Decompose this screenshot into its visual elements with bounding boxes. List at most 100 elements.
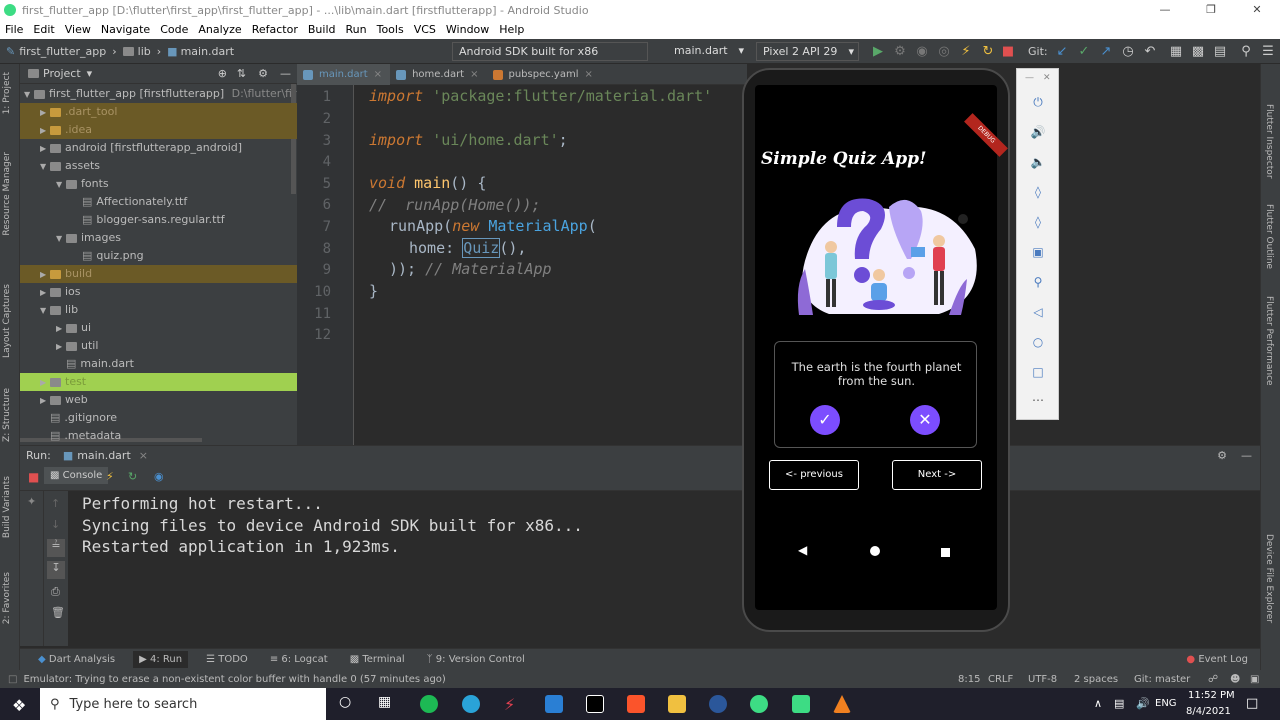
cursor-position[interactable]: 8:15 xyxy=(958,674,980,685)
spotify-icon[interactable] xyxy=(420,695,438,713)
tool-tab-flutter-inspector[interactable]: Flutter Inspector xyxy=(1264,104,1274,179)
true-button[interactable]: ✓ xyxy=(810,405,840,435)
minimize-icon[interactable]: — xyxy=(1142,0,1188,20)
zoom-icon[interactable]: ⚲ xyxy=(1029,275,1047,289)
sdk-manager-icon[interactable]: ▩ xyxy=(1190,44,1206,59)
intellij-icon[interactable] xyxy=(586,695,604,713)
settings-icon[interactable]: ☰ xyxy=(1260,44,1276,59)
taskbar-search[interactable]: ⚲ Type here to search xyxy=(40,688,326,720)
locate-icon[interactable]: ⊕ xyxy=(218,67,227,80)
project-structure-icon[interactable]: ▦ xyxy=(1168,44,1184,59)
run-icon[interactable]: ▶ xyxy=(870,44,886,59)
device-select[interactable]: Android SDK built for x86 (mobile)▾ xyxy=(452,42,648,75)
tool-tab-device-file-explorer[interactable]: Device File Explorer xyxy=(1264,534,1274,623)
chevron-up-icon[interactable]: ∧ xyxy=(1094,697,1102,710)
home-icon[interactable]: ○ xyxy=(1029,335,1047,349)
close-icon[interactable]: × xyxy=(470,69,478,80)
tab-pubspec[interactable]: pubspec.yaml × xyxy=(487,64,601,85)
menu-view[interactable]: View xyxy=(65,23,91,36)
volume-down-icon[interactable]: 🔈 xyxy=(1029,155,1047,169)
git-commit-icon[interactable]: ✓ xyxy=(1076,44,1092,59)
menu-code[interactable]: Code xyxy=(160,23,188,36)
hot-restart-icon[interactable]: ↻ xyxy=(980,44,996,59)
tree-item[interactable]: ▼ lib xyxy=(20,301,297,319)
collapse-icon[interactable]: ⇅ xyxy=(237,67,246,80)
more-icon[interactable]: ⋯ xyxy=(1029,393,1047,407)
emulator-screen[interactable]: DEBUG Simple Quiz App! The earth is the … xyxy=(755,85,1008,610)
recents-nav-icon[interactable] xyxy=(941,548,950,557)
run-config-tab[interactable]: main.dart xyxy=(77,449,131,462)
git-push-icon[interactable]: ↗ xyxy=(1098,44,1114,59)
tree-item[interactable]: ▤ .metadata xyxy=(20,427,297,445)
chevron-icon[interactable]: ▶ xyxy=(56,338,66,356)
profile-icon[interactable]: ◎ xyxy=(936,44,952,59)
chevron-icon[interactable]: ▶ xyxy=(40,374,50,392)
close-icon[interactable]: ✕ xyxy=(1043,73,1051,83)
tool-tab-flutter-outline[interactable]: Flutter Outline xyxy=(1264,204,1274,269)
indent-setting[interactable]: 2 spaces xyxy=(1074,674,1118,685)
git-branch[interactable]: Git: master xyxy=(1134,674,1190,685)
hide-icon[interactable]: — xyxy=(1241,449,1252,462)
gear-icon[interactable]: ⚙ xyxy=(1217,449,1227,462)
tree-item[interactable]: ▶ .dart_tool xyxy=(20,103,297,121)
file-encoding[interactable]: UTF-8 xyxy=(1028,674,1057,685)
brave-icon[interactable] xyxy=(627,695,645,713)
tool-tab-flutter-performance[interactable]: Flutter Performance xyxy=(1264,296,1274,386)
menu-run[interactable]: Run xyxy=(346,23,367,36)
tab-dart-analysis[interactable]: ◆ Dart Analysis xyxy=(34,654,119,665)
file-explorer-icon[interactable] xyxy=(668,695,686,713)
devtools-icon[interactable]: ◉ xyxy=(154,470,164,483)
emulator-taskbar-icon[interactable] xyxy=(792,695,810,713)
status-message[interactable]: Emulator: Trying to erase a non-existent… xyxy=(23,674,445,685)
hot-reload-icon[interactable]: ⚡ xyxy=(106,470,114,483)
search-icon[interactable]: ⚲ xyxy=(1238,44,1254,59)
close-icon[interactable]: × xyxy=(585,69,593,80)
volume-up-icon[interactable]: 🔊 xyxy=(1029,125,1047,139)
avd-select[interactable]: Pixel 2 API 29 ▾ xyxy=(756,42,859,61)
stop-icon[interactable]: ■ xyxy=(1000,44,1016,59)
input-language[interactable]: ENG xyxy=(1155,698,1177,709)
chevron-icon[interactable]: ▶ xyxy=(40,122,50,140)
tree-item[interactable]: ▶ ui xyxy=(20,319,297,337)
tool-tab-layout-captures[interactable]: Layout Captures xyxy=(2,284,12,358)
tree-item[interactable]: ▤ blogger-sans.regular.ttf xyxy=(20,211,297,229)
menu-tools[interactable]: Tools xyxy=(377,23,404,36)
menu-vcs[interactable]: VCS xyxy=(414,23,436,36)
trash-icon[interactable]: 🗑 xyxy=(51,606,65,619)
home-nav-icon[interactable] xyxy=(870,546,880,556)
previous-button[interactable]: <- previous xyxy=(769,460,859,490)
hector-icon[interactable]: ☻ xyxy=(1230,674,1240,685)
tree-item[interactable]: ▤ Affectionately.ttf xyxy=(20,193,297,211)
back-icon[interactable]: ◁ xyxy=(1029,305,1047,319)
chevron-icon[interactable]: ▶ xyxy=(40,284,50,302)
menu-window[interactable]: Window xyxy=(446,23,489,36)
hot-reload-icon[interactable]: ⚡ xyxy=(958,44,974,59)
restore-icon[interactable]: ❐ xyxy=(1188,0,1234,20)
clock-time[interactable]: 11:52 PM xyxy=(1188,690,1235,701)
print-icon[interactable]: ⎙ xyxy=(51,585,60,599)
close-icon[interactable]: ✕ xyxy=(1234,0,1280,20)
rollback-icon[interactable]: ↶ xyxy=(1142,44,1158,59)
tab-home-dart[interactable]: home.dart × xyxy=(390,64,486,85)
chevron-icon[interactable]: ▶ xyxy=(56,320,66,338)
tree-item[interactable]: ▤ .gitignore xyxy=(20,409,297,427)
tree-item[interactable]: ▼ images xyxy=(20,229,297,247)
menu-help[interactable]: Help xyxy=(499,23,524,36)
rotate-right-icon[interactable]: ◊ xyxy=(1029,215,1047,229)
rotate-left-icon[interactable]: ◊ xyxy=(1029,185,1047,199)
network-icon[interactable]: ▤ xyxy=(1114,697,1124,710)
scroll-to-end-icon[interactable]: ↧ xyxy=(47,561,65,579)
tab-event-log[interactable]: ● Event Log xyxy=(1182,654,1252,665)
chevron-down-icon[interactable]: ▾ xyxy=(87,67,93,80)
false-button[interactable]: ✕ xyxy=(910,405,940,435)
scroll-up-icon[interactable]: ↑ xyxy=(51,497,60,510)
coverage-icon[interactable]: ◉ xyxy=(914,44,930,59)
tool-tab-favorites[interactable]: 2: Favorites xyxy=(2,572,12,624)
run-config-select[interactable]: main.dart ▾ xyxy=(668,42,748,61)
tree-item[interactable]: ▶ ios xyxy=(20,283,297,301)
code-editor[interactable]: 1 2 3 4 5 6 7 8 9 10 11 12 import 'packa… xyxy=(297,85,743,445)
tree-item[interactable]: ▶ test xyxy=(20,373,297,391)
menu-file[interactable]: File xyxy=(5,23,23,36)
close-icon[interactable]: × xyxy=(139,449,148,462)
back-nav-icon[interactable]: ◀ xyxy=(798,543,807,557)
